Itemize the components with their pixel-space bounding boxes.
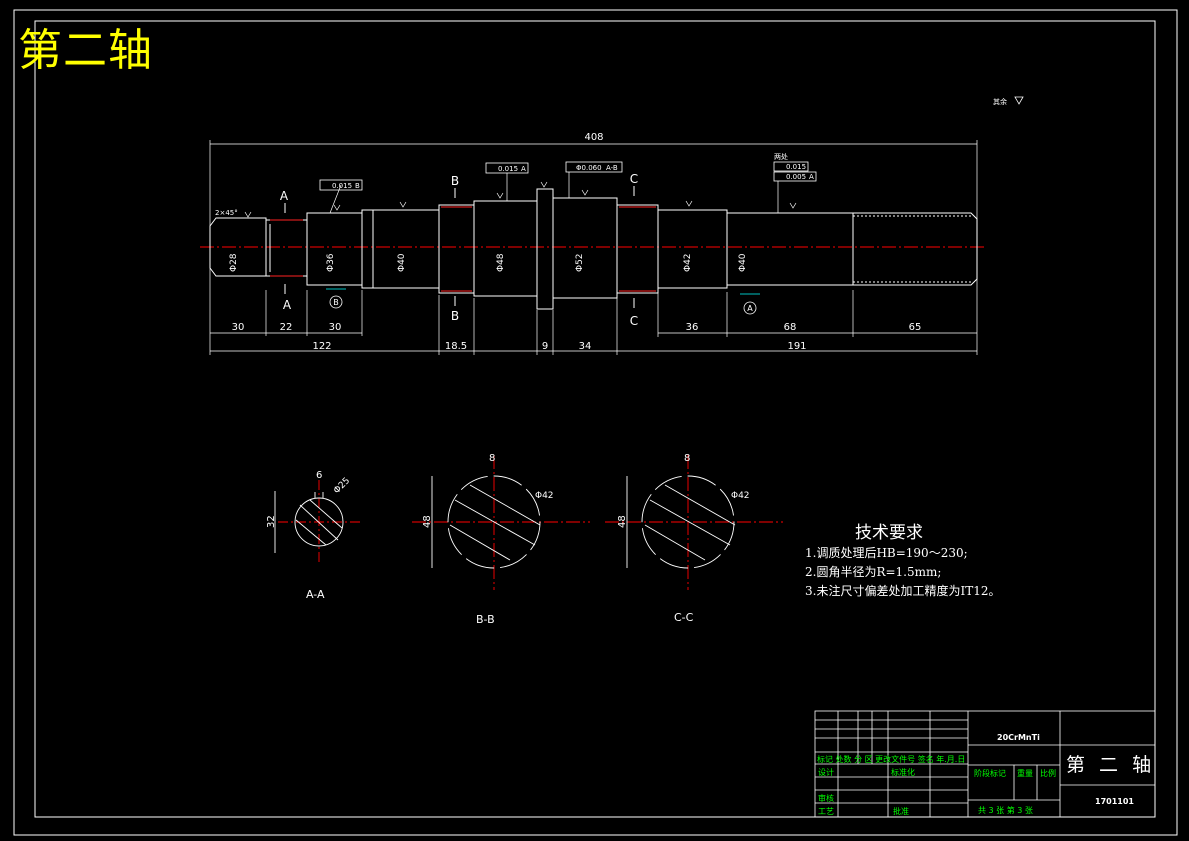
section-mark-a-bottom: A [283,298,292,312]
bb-hatch-2 [449,524,511,561]
tech-requirement-3: 3.未注尺寸偏差处加工精度为IT12。 [805,584,1001,598]
shaft-view [200,188,985,310]
cc-label: C-C [674,611,694,624]
dim-overall: 408 [584,132,603,143]
tol-2-ref: A [521,165,526,173]
cc-dia: Φ42 [731,491,750,501]
segment-groove [361,209,374,289]
bb-height: 48 [422,515,433,528]
tb-stage: 阶段标记 [974,769,1006,778]
leaders [329,172,779,214]
tb-process: 工艺 [818,807,834,816]
dim-68: 68 [784,322,797,333]
cc-width: 8 [684,453,690,464]
aa-hatch-2 [295,519,327,546]
bb-width: 8 [489,453,495,464]
tol-1-ref: B [355,182,360,190]
cc-hatch-2 [644,524,706,561]
segment-spline-b [438,204,475,294]
cc-height: 48 [617,515,628,528]
tb-material: 20CrMnTi [997,733,1040,742]
dia-52: Φ52 [575,253,585,272]
datum-a-label: A [747,304,753,313]
drawing-title: 第二轴 [18,25,153,76]
segment-d40a [372,209,440,289]
dia-28: Φ28 [229,253,239,272]
dim-18-5: 18.5 [445,341,467,352]
dim-65: 65 [909,322,922,333]
tb-scale: 比例 [1040,769,1056,778]
segment-d42 [657,209,728,289]
section-mark-c-bottom: C [630,314,638,328]
roughness-marks [244,181,797,218]
bb-hatch-1 [454,499,536,546]
section-mark-b-bottom: B [451,309,459,323]
dim-9: 9 [542,341,548,352]
tol-2-value: 0.015 [498,165,518,173]
dim-191: 191 [787,341,806,352]
segment-spline-c [616,204,659,294]
dim-122: 122 [312,341,331,352]
tol-3-value: Φ0.060 [576,164,602,172]
tb-standard: 标准化 [891,768,915,777]
dia-48: Φ48 [496,253,506,272]
tb-sheets: 共 3 张 第 3 张 [978,806,1033,815]
segment-d40b [726,212,854,286]
dim-34: 34 [579,341,592,352]
tb-review: 审核 [818,794,834,803]
chamfer-label: 2×45° [215,209,238,217]
dim-22: 22 [280,322,293,333]
cc-hatch-3 [664,484,736,526]
segment-spline-a [265,219,308,277]
segment-collar [536,188,554,310]
tb-approve: 批准 [893,807,909,816]
tol-callout: 两处 [774,152,788,161]
tb-part-name: 第 二 轴 [1066,754,1156,776]
segment-d36 [306,212,363,286]
section-mark-a-top: A [280,189,289,203]
dim-30b: 30 [329,322,342,333]
datum-b-label: B [333,298,339,307]
tol-5-value: 0.005 [786,173,806,181]
tech-requirement-1: 1.调质处理后HB=190～230; [805,546,968,560]
tech-requirement-2: 2.圆角半径为R=1.5mm; [805,565,942,579]
section-aa [274,480,360,562]
dim-36: 36 [686,322,699,333]
segment-d48 [473,200,538,297]
dim-30a: 30 [232,322,245,333]
tol-3-ref: A-B [606,164,618,172]
aa-height: 32 [266,515,277,528]
roughness-note: 其余 [993,97,1007,106]
drawing-canvas: 其余 408 30 22 30 122 18.5 9 34 36 68 65 1… [13,9,1178,836]
aa-dia: Φ25 [332,476,352,496]
tb-design: 设计 [818,768,834,777]
roughness-symbol [1014,96,1024,105]
tol-1-value: 0.015 [332,182,352,190]
bb-label: B-B [476,613,495,626]
dia-42: Φ42 [683,253,693,272]
section-mark-c-top: C [630,172,638,186]
bb-hatch-3 [469,484,541,526]
tb-weight: 重量 [1017,769,1033,778]
dia-40a: Φ40 [397,253,407,272]
section-cc [605,455,783,590]
segment-d52 [552,197,618,299]
cc-hatch-1 [649,499,731,546]
dia-40b: Φ40 [738,253,748,272]
tol-4-value: 0.015 [786,163,806,171]
tb-row1: 标记 处数 分 区 更改文件号 签名 年.月.日 [817,755,966,764]
aa-width: 6 [316,470,322,481]
tb-drawing-no: 1701101 [1095,797,1134,806]
aa-label: A-A [306,588,325,601]
bb-dia: Φ42 [535,491,554,501]
segment-thread [852,212,978,286]
tech-requirements-title: 技术要求 [855,523,923,543]
dia-36: Φ36 [326,253,336,272]
tol-5-ref: A [809,173,814,181]
section-bb [412,455,590,590]
aa-hatch-3 [309,499,343,529]
section-mark-b-top: B [451,174,459,188]
